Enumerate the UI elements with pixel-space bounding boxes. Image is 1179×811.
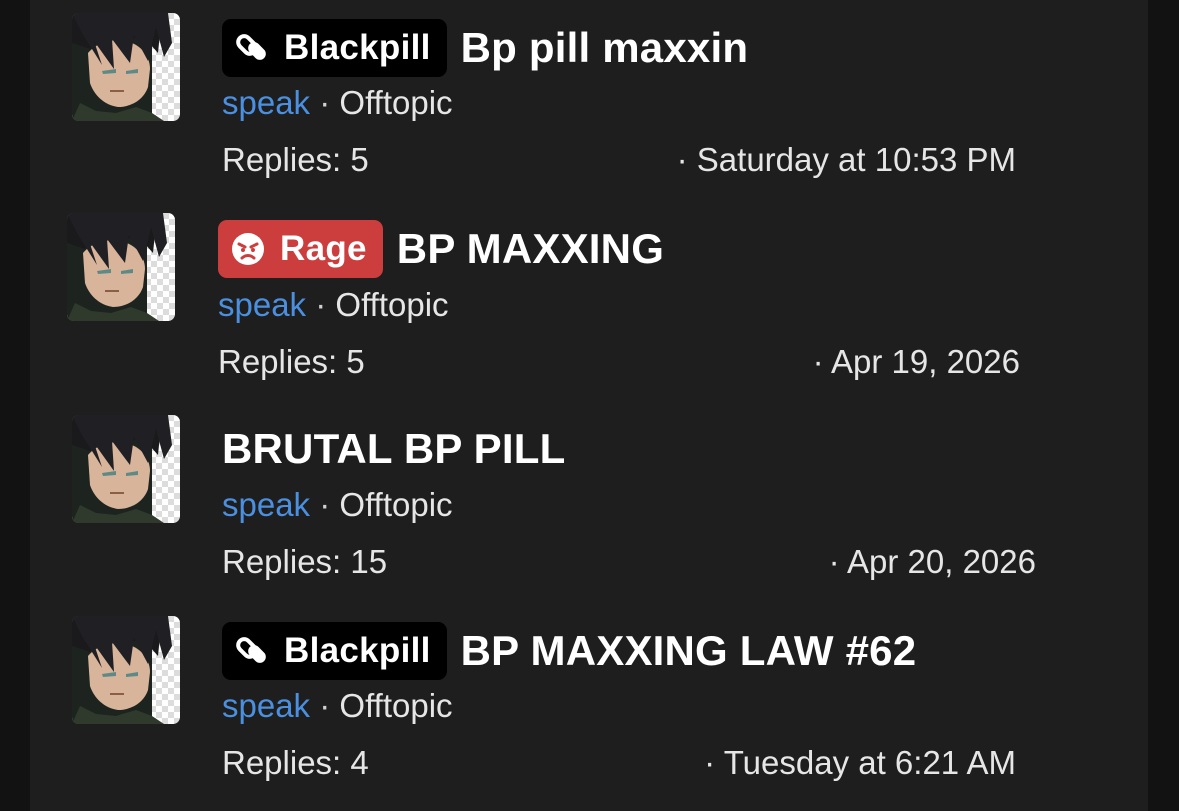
- thread-title[interactable]: BRUTAL BP PILL: [222, 425, 565, 473]
- replies-count: Replies: 5: [222, 141, 369, 178]
- thread-title-line[interactable]: Blackpill BP MAXXING LAW #62: [222, 620, 916, 682]
- avatar[interactable]: [72, 415, 180, 523]
- thread-title-line[interactable]: Rage BP MAXXING: [218, 218, 664, 280]
- thread-title-line[interactable]: BRUTAL BP PILL: [222, 418, 565, 480]
- thread-title-line[interactable]: Blackpill Bp pill maxxin: [222, 17, 748, 79]
- thread-title[interactable]: BP MAXXING LAW #62: [461, 627, 917, 675]
- thread-meta: speak · Offtopic: [222, 687, 453, 725]
- replies-count: Replies: 5: [218, 343, 365, 380]
- meta-separator: ·: [319, 486, 331, 523]
- thread-item[interactable]: BRUTAL BP PILL speak · Offtopic Replies:…: [30, 402, 1148, 592]
- thread-item[interactable]: Blackpill BP MAXXING LAW #62 speak · Off…: [30, 603, 1148, 793]
- pill-icon: [234, 30, 270, 66]
- angry-face-icon: [230, 231, 266, 267]
- pill-icon: [234, 633, 270, 669]
- prefix-label: Rage: [280, 229, 367, 268]
- author-link[interactable]: speak: [222, 687, 310, 724]
- thread-list-panel: Blackpill Bp pill maxxin speak · Offtopi…: [30, 0, 1148, 811]
- last-post-date[interactable]: · Apr 20, 2026: [829, 543, 1036, 581]
- last-post-date[interactable]: · Apr 19, 2026: [813, 343, 1020, 381]
- avatar[interactable]: [72, 13, 180, 121]
- replies-count: Replies: 4: [222, 744, 369, 781]
- avatar[interactable]: [72, 616, 180, 724]
- thread-title[interactable]: BP MAXXING: [397, 225, 664, 273]
- thread-meta: speak · Offtopic: [222, 84, 453, 122]
- prefix-badge-blackpill[interactable]: Blackpill: [222, 19, 447, 77]
- thread-meta: speak · Offtopic: [218, 286, 449, 324]
- thread-meta: speak · Offtopic: [222, 486, 453, 524]
- last-post-date[interactable]: · Saturday at 10:53 PM: [677, 141, 1016, 179]
- author-link[interactable]: speak: [222, 486, 310, 523]
- prefix-label: Blackpill: [284, 631, 431, 670]
- thread-item[interactable]: Blackpill Bp pill maxxin speak · Offtopi…: [30, 0, 1148, 190]
- prefix-label: Blackpill: [284, 28, 431, 67]
- last-post-date[interactable]: · Tuesday at 6:21 AM: [704, 744, 1016, 782]
- forum-link[interactable]: Offtopic: [339, 84, 452, 121]
- avatar[interactable]: [67, 213, 175, 321]
- forum-link[interactable]: Offtopic: [339, 687, 452, 724]
- meta-separator: ·: [315, 286, 327, 323]
- thread-item[interactable]: Rage BP MAXXING speak · Offtopic Replies…: [30, 200, 1148, 390]
- replies-count: Replies: 15: [222, 543, 388, 580]
- forum-link[interactable]: Offtopic: [335, 286, 448, 323]
- thread-title[interactable]: Bp pill maxxin: [461, 24, 749, 72]
- author-link[interactable]: speak: [222, 84, 310, 121]
- meta-separator: ·: [319, 687, 331, 724]
- meta-separator: ·: [319, 84, 331, 121]
- prefix-badge-blackpill[interactable]: Blackpill: [222, 622, 447, 680]
- prefix-badge-rage[interactable]: Rage: [218, 220, 383, 278]
- forum-link[interactable]: Offtopic: [339, 486, 452, 523]
- author-link[interactable]: speak: [218, 286, 306, 323]
